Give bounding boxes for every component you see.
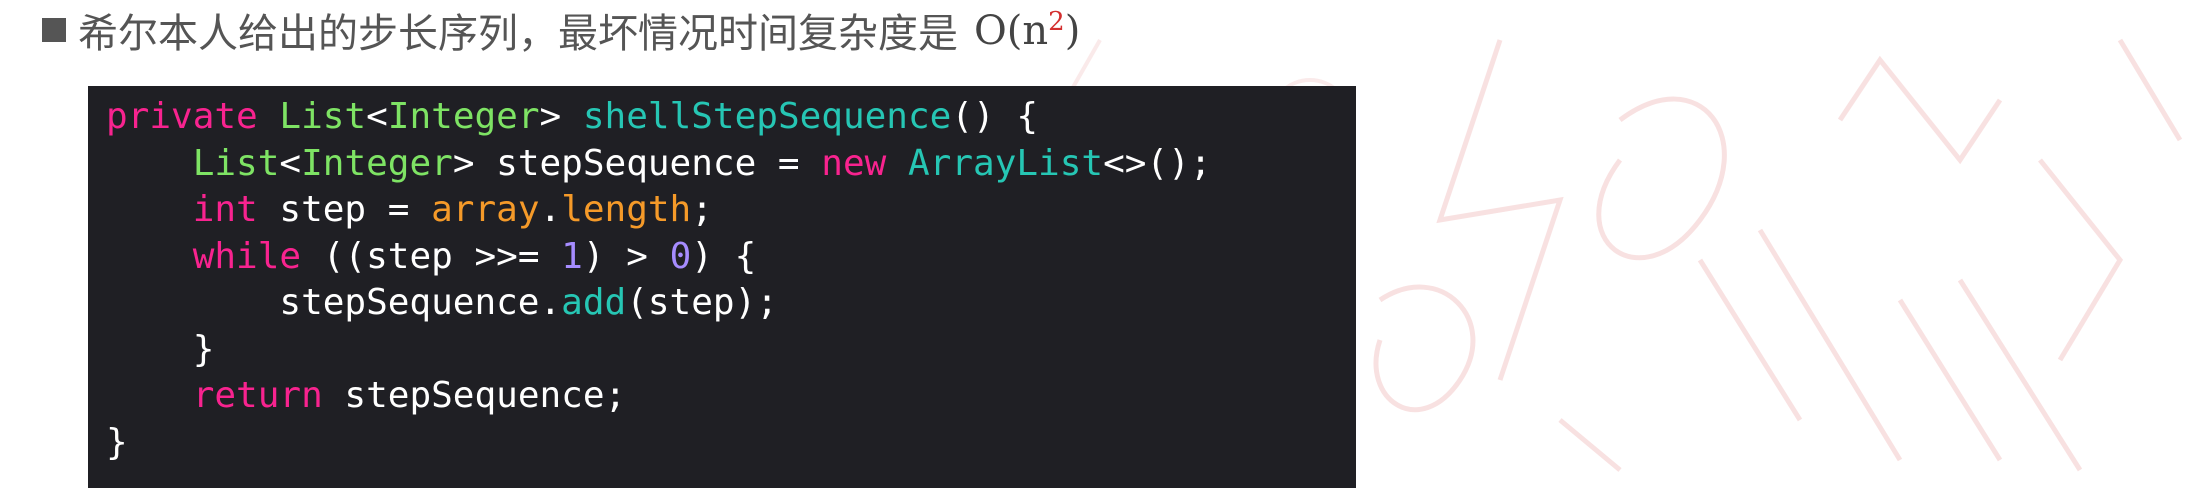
code-token: <>(); bbox=[1103, 142, 1212, 184]
code-block: private List<Integer> shellStepSequence(… bbox=[88, 86, 1356, 488]
code-token: new bbox=[821, 142, 887, 184]
code-token: } bbox=[106, 328, 215, 370]
heading-text: 希尔本人给出的步长序列，最坏情况时间复杂度是 bbox=[78, 11, 958, 57]
code-token: while bbox=[192, 235, 302, 277]
code-token: (step); bbox=[626, 282, 778, 323]
code-line-5: stepSequence.add(step); bbox=[106, 280, 1356, 327]
code-token: List bbox=[192, 142, 280, 184]
code-token: ((step >>= bbox=[301, 235, 562, 277]
code-token: } bbox=[106, 421, 128, 463]
code-token: return bbox=[192, 375, 323, 416]
complexity-base: O(n bbox=[974, 7, 1049, 54]
code-token: int bbox=[192, 189, 258, 230]
code-token: ) { bbox=[691, 235, 757, 277]
code-token: stepSequence. bbox=[106, 282, 562, 323]
code-line-1: private List<Integer> shellStepSequence(… bbox=[106, 94, 1356, 141]
code-token: < bbox=[366, 96, 388, 137]
bullet-square-icon bbox=[42, 18, 66, 42]
code-token: Integer bbox=[387, 96, 540, 137]
code-line-4: while ((step >>= 1) > 0) { bbox=[106, 234, 1356, 281]
code-token: List bbox=[279, 96, 367, 137]
code-token: Integer bbox=[301, 142, 453, 184]
code-token: () { bbox=[951, 96, 1039, 137]
code-token: private bbox=[106, 96, 258, 137]
code-token: step = bbox=[257, 189, 432, 230]
code-line-8: } bbox=[106, 420, 1356, 467]
complexity-exponent: 2 bbox=[1048, 6, 1065, 37]
code-line-7: return stepSequence; bbox=[106, 373, 1356, 420]
code-line-6: } bbox=[106, 327, 1356, 374]
complexity-close: ) bbox=[1064, 7, 1081, 54]
code-token: ArrayList bbox=[908, 142, 1104, 184]
code-line-3: int step = array.length; bbox=[106, 187, 1356, 234]
code-token: shellStepSequence bbox=[582, 96, 952, 137]
code-token: stepSequence; bbox=[322, 375, 627, 416]
code-token: add bbox=[561, 282, 627, 323]
code-token: ; bbox=[691, 189, 713, 230]
code-token: 0 bbox=[669, 235, 692, 277]
code-token: > stepSequence = bbox=[452, 142, 822, 184]
code-token: ) > bbox=[582, 235, 670, 277]
code-token: length bbox=[561, 189, 692, 230]
code-line-2: List<Integer> stepSequence = new ArrayLi… bbox=[106, 141, 1356, 188]
code-token: > bbox=[539, 96, 583, 137]
code-token: < bbox=[279, 142, 302, 184]
code-token: array bbox=[431, 189, 540, 230]
code-token: . bbox=[539, 189, 562, 230]
heading-line: 希尔本人给出的步长序列，最坏情况时间复杂度是 O(n2) bbox=[42, 2, 1080, 58]
code-token: 1 bbox=[561, 235, 583, 277]
complexity-formula: O(n2) bbox=[974, 7, 1080, 54]
